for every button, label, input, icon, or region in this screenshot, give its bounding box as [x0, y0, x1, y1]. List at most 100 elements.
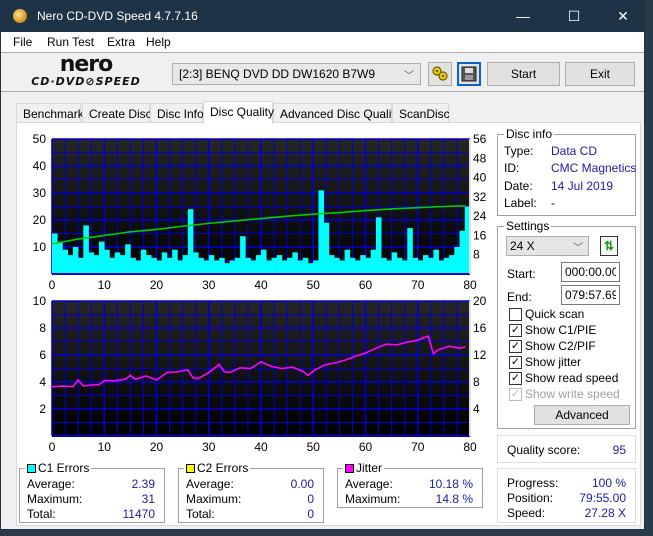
disc-label-value: -	[551, 196, 555, 210]
menu-run-test[interactable]: Run Test	[47, 35, 94, 49]
c1-error-bar	[365, 257, 372, 274]
show-c1-pie-checkbox[interactable]: ✓	[509, 324, 522, 337]
logo-cd-dvd-speed: CD·DVD⊘SPEED	[31, 75, 141, 88]
c1-error-bar	[459, 230, 466, 274]
tab-benchmark[interactable]: Benchmark	[16, 103, 84, 123]
c1-maximum-value: 31	[141, 492, 155, 506]
drive-options-button[interactable]	[428, 62, 452, 86]
jitter-point	[249, 367, 252, 370]
c1-error-bar	[454, 247, 460, 274]
x-tick-label: 60	[359, 278, 373, 292]
quality-score-group: Quality score: 95	[497, 435, 636, 463]
tab-scandisc[interactable]: ScanDisc	[392, 103, 450, 123]
advanced-button[interactable]: Advanced	[534, 405, 630, 425]
speed-select-value: 24 X	[510, 239, 535, 253]
c1-error-bar	[308, 263, 314, 274]
c1-error-bar	[62, 249, 68, 274]
maximize-button[interactable]: ☐	[554, 5, 594, 27]
save-icon	[461, 66, 477, 82]
c1-error-bar	[297, 260, 304, 274]
jitter-title: Jitter	[343, 461, 385, 475]
progress-group: Progress: 100 % Position: 79:55.00 Speed…	[497, 468, 636, 523]
drive-select[interactable]: [2:3] BENQ DVD DD DW1620 B7W9 ﹀	[172, 63, 421, 85]
c1-error-bar	[93, 255, 100, 274]
c1-error-bar	[449, 255, 455, 274]
jitter-point	[458, 347, 461, 350]
jitter-point	[260, 360, 262, 363]
show-read-speed-label: Show read speed	[525, 371, 619, 385]
read-speed-point	[129, 231, 132, 233]
c1-error-bar	[250, 260, 257, 274]
c1-error-bar	[396, 257, 403, 274]
c1-error-bar	[370, 249, 377, 274]
y-tick-label: 30	[33, 186, 47, 200]
jitter-point	[124, 378, 126, 381]
show-c1-pie-label: Show C1/PIE	[525, 323, 597, 337]
y2-tick-label: 12	[473, 348, 487, 362]
jitter-point	[145, 375, 147, 377]
disc-date-label: Date:	[504, 179, 533, 193]
y-tick-label: 40	[33, 159, 47, 173]
save-button[interactable]	[457, 62, 481, 86]
end-time-field[interactable]	[561, 285, 620, 305]
y2-tick-label: 16	[473, 321, 487, 335]
window-title: Nero CD-DVD Speed 4.7.7.16	[37, 9, 198, 23]
read-speed-point	[416, 206, 419, 209]
speed-value: 27.28 X	[584, 506, 626, 520]
x-tick-label: 40	[254, 278, 268, 292]
start-time-field[interactable]	[561, 262, 620, 282]
start-button[interactable]: Start	[487, 62, 560, 86]
c1-error-bar	[240, 236, 246, 274]
jitter-average-label: Average:	[345, 477, 393, 491]
refresh-button[interactable]: ⇅	[600, 236, 618, 256]
speed-select[interactable]: 24 X ﹀	[506, 236, 589, 256]
jitter-point	[427, 335, 430, 337]
c1-maximum-label: Maximum:	[27, 492, 83, 506]
logo-nero: nero	[59, 52, 114, 77]
drive-options-icon	[432, 66, 448, 81]
exit-button[interactable]: Exit	[565, 62, 635, 86]
position-label: Position:	[507, 491, 554, 505]
jitter-point	[51, 385, 53, 388]
c1-error-bar	[302, 257, 309, 274]
c1-total-value: 11470	[122, 507, 155, 521]
y2-tick-label: 24	[473, 209, 487, 223]
c1-error-bar	[213, 260, 220, 274]
read-speed-point	[155, 228, 158, 231]
tab-disc-quality[interactable]: Disc Quality	[203, 101, 274, 124]
menu-help[interactable]: Help	[146, 35, 171, 49]
c1-error-bar	[328, 255, 335, 274]
show-read-speed-checkbox[interactable]: ✓	[509, 372, 522, 385]
menu-file[interactable]: File	[13, 35, 32, 49]
c1-error-bar	[125, 244, 131, 274]
y2-tick-label: 16	[473, 228, 487, 242]
show-c2-pif-checkbox[interactable]: ✓	[509, 340, 522, 353]
c1-error-bar	[443, 257, 450, 274]
jitter-point	[134, 378, 137, 381]
c1-error-bar	[349, 257, 356, 274]
tab-advanced-disc-quality[interactable]: Advanced Disc Quality	[273, 103, 401, 123]
y-tick-label: 6	[39, 348, 46, 362]
c1-error-bar	[339, 260, 345, 274]
c1-error-bar	[156, 260, 163, 274]
x-tick-label: 0	[49, 440, 56, 454]
show-jitter-checkbox[interactable]: ✓	[509, 356, 522, 369]
quick-scan-checkbox[interactable]	[509, 308, 522, 321]
c1-error-bar	[83, 225, 89, 274]
c1-error-bar	[287, 257, 293, 274]
c1-error-bar	[438, 260, 445, 274]
read-speed-point	[260, 217, 262, 220]
jitter-point	[354, 355, 356, 358]
c1-error-bar	[266, 260, 272, 274]
menu-extra[interactable]: Extra	[107, 35, 135, 49]
tab-disc-info[interactable]: Disc Info	[150, 103, 204, 123]
minimize-button[interactable]: —	[503, 5, 543, 27]
close-button[interactable]: ✕	[603, 5, 643, 27]
y-tick-label: 4	[39, 375, 46, 389]
show-c2-pif-label: Show C2/PIF	[525, 339, 596, 353]
c1-error-bar	[88, 252, 95, 274]
tab-create-disc[interactable]: Create Disc	[82, 103, 152, 123]
disc-id-value: CMC Magnetics	[551, 161, 637, 175]
jitter-point	[72, 385, 74, 388]
jitter-maximum-value: 14.8 %	[435, 492, 473, 506]
